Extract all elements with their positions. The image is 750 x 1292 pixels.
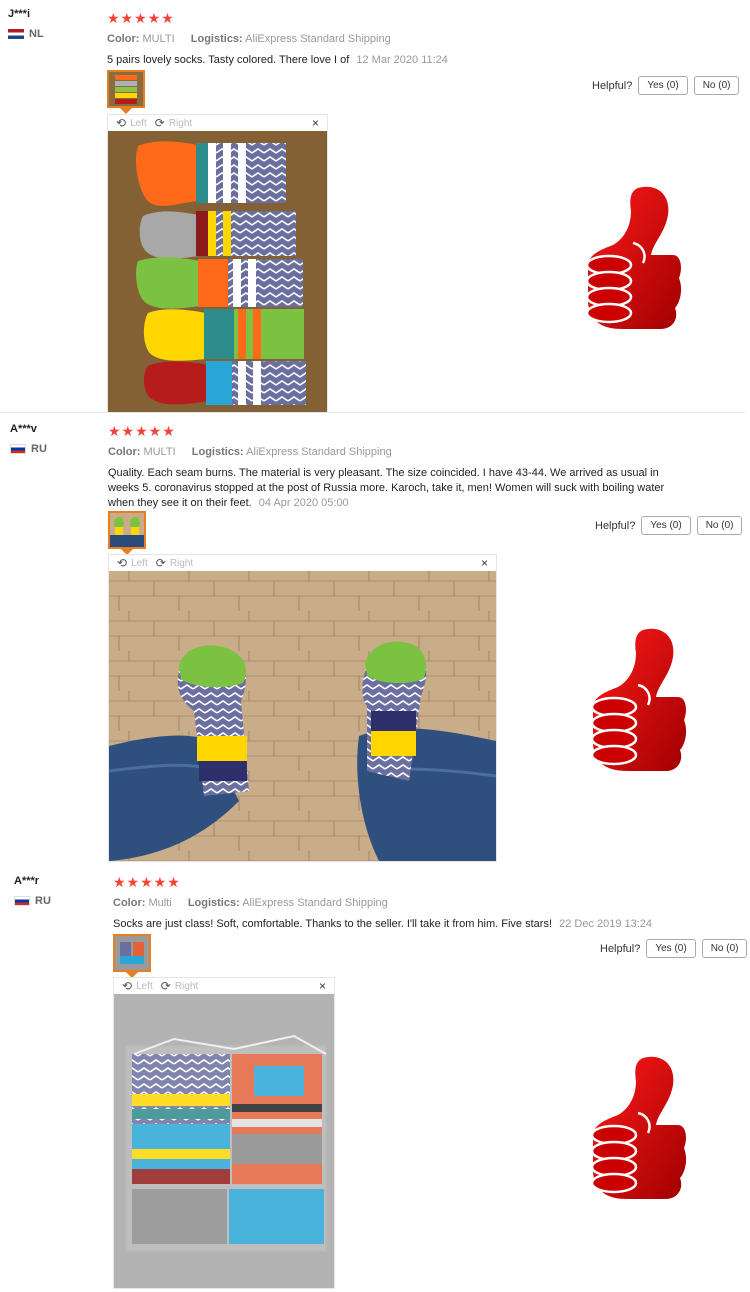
feet-thumbnail-image: [110, 513, 144, 547]
flag-ru-icon: [14, 896, 30, 906]
review-content: ★★★★★ Color: MULTI Logistics: AliExpress…: [107, 11, 667, 68]
review-attributes: Color: Multi Logistics: AliExpress Stand…: [113, 897, 673, 909]
thumbs-up-icon: [588, 1053, 688, 1203]
star-rating: ★★★★★: [113, 874, 181, 890]
flag-nl-icon: [8, 29, 24, 39]
logistics-value: AliExpress Standard Shipping: [245, 33, 391, 45]
flag-ru-icon: [10, 444, 26, 454]
review-content: ★★★★★ Color: MULTI Logistics: AliExpress…: [108, 424, 673, 511]
review-item: A***v RU ★★★★★ Color: MULTI Logistics: A…: [0, 413, 750, 863]
viewer-toolbar: ⟲ Left ⟳ Right ×: [114, 978, 334, 994]
reviewer-name: A***v: [10, 423, 37, 435]
helpful-section: Helpful? Yes (0) No (0): [592, 76, 740, 95]
review-body: Socks are just class! Soft, comfortable.…: [113, 918, 553, 930]
helpful-no-button[interactable]: No (0): [701, 939, 748, 958]
rotate-right-icon[interactable]: ⟳: [155, 116, 165, 130]
review-content: ★★★★★ Color: Multi Logistics: AliExpress…: [113, 875, 673, 932]
rotate-right-button[interactable]: Right: [170, 558, 193, 569]
review-photo-socks-stack: [108, 131, 327, 412]
review-attributes: Color: MULTI Logistics: AliExpress Stand…: [108, 446, 673, 458]
color-value: Multi: [148, 897, 172, 909]
rotate-right-icon[interactable]: ⟳: [161, 979, 171, 993]
country-code: NL: [29, 28, 44, 40]
logistics-value: AliExpress Standard Shipping: [246, 446, 392, 458]
reviewer-info: J***i NL: [8, 8, 98, 40]
helpful-label: Helpful?: [595, 519, 636, 532]
helpful-label: Helpful?: [592, 79, 633, 92]
logistics-label: Logistics:: [190, 33, 243, 45]
helpful-yes-button[interactable]: Yes (0): [641, 516, 691, 535]
review-date: 22 Dec 2019 13:24: [559, 918, 653, 930]
logistics-value: AliExpress Standard Shipping: [242, 897, 388, 909]
photo-viewer: ⟲ Left ⟳ Right ×: [108, 554, 497, 862]
helpful-section: Helpful? Yes (0) No (0): [595, 516, 743, 535]
rotate-right-button[interactable]: Right: [169, 118, 192, 129]
reviewer-info: A***r RU: [14, 875, 104, 907]
review-body: 5 pairs lovely socks. Tasty colored. The…: [107, 54, 350, 66]
star-rating: ★★★★★: [108, 423, 176, 439]
color-value: MULTI: [142, 33, 175, 45]
review-item: A***r RU ★★★★★ Color: Multi Logistics: A…: [0, 863, 750, 1292]
socks-thumbnail-image: [109, 72, 143, 106]
review-photo-socks-package: [114, 994, 334, 1288]
reviewer-country: NL: [8, 28, 98, 40]
rotate-left-icon[interactable]: ⟲: [122, 979, 132, 993]
helpful-no-button[interactable]: No (0): [693, 76, 740, 95]
rotate-right-icon[interactable]: ⟳: [156, 556, 166, 570]
reviewer-name: A***r: [14, 875, 40, 887]
viewer-toolbar: ⟲ Left ⟳ Right ×: [108, 115, 327, 131]
reviewer-country: RU: [10, 443, 100, 455]
rotate-left-button[interactable]: Left: [130, 118, 147, 129]
color-label: Color:: [107, 33, 140, 45]
review-date: 04 Apr 2020 05:00: [258, 497, 349, 509]
photo-thumbnail[interactable]: [107, 70, 145, 114]
thumbs-up-icon: [583, 183, 683, 333]
rotate-left-button[interactable]: Left: [131, 558, 148, 569]
review-body: Quality. Each seam burns. The material i…: [108, 467, 665, 509]
rotate-left-button[interactable]: Left: [136, 981, 153, 992]
country-code: RU: [35, 895, 51, 907]
helpful-yes-button[interactable]: Yes (0): [646, 939, 696, 958]
close-icon[interactable]: ×: [312, 116, 319, 130]
helpful-label: Helpful?: [600, 942, 641, 955]
photo-viewer: ⟲ Left ⟳ Right ×: [113, 977, 335, 1289]
review-date: 12 Mar 2020 11:24: [356, 54, 448, 66]
rotate-left-icon[interactable]: ⟲: [116, 116, 126, 130]
review-item: J***i NL ★★★★★ Color: MULTI Logistics: A…: [0, 0, 750, 413]
close-icon[interactable]: ×: [481, 556, 488, 570]
reviewer-name: J***i: [8, 8, 31, 20]
thumbs-up-icon: [588, 625, 688, 775]
helpful-no-button[interactable]: No (0): [696, 516, 743, 535]
reviewer-info: A***v RU: [10, 423, 100, 455]
rotate-left-icon[interactable]: ⟲: [117, 556, 127, 570]
review-photo-feet-in-socks: [109, 571, 496, 861]
color-label: Color:: [113, 897, 146, 909]
viewer-toolbar: ⟲ Left ⟳ Right ×: [109, 555, 496, 571]
helpful-yes-button[interactable]: Yes (0): [638, 76, 688, 95]
photo-thumbnail[interactable]: [108, 511, 146, 555]
helpful-section: Helpful? Yes (0) No (0): [600, 939, 748, 958]
color-label: Color:: [108, 446, 141, 458]
star-rating: ★★★★★: [107, 10, 175, 26]
review-text: Quality. Each seam burns. The material i…: [108, 466, 673, 511]
review-text: Socks are just class! Soft, comfortable.…: [113, 917, 673, 932]
country-code: RU: [31, 443, 47, 455]
photo-viewer: ⟲ Left ⟳ Right ×: [107, 114, 328, 413]
reviewer-country: RU: [14, 895, 104, 907]
color-value: MULTI: [143, 446, 176, 458]
logistics-label: Logistics:: [191, 446, 244, 458]
photo-thumbnail[interactable]: [113, 934, 151, 978]
review-text: 5 pairs lovely socks. Tasty colored. The…: [107, 53, 667, 68]
review-attributes: Color: MULTI Logistics: AliExpress Stand…: [107, 33, 667, 45]
close-icon[interactable]: ×: [319, 979, 326, 993]
package-thumbnail-image: [115, 936, 149, 970]
rotate-right-button[interactable]: Right: [175, 981, 198, 992]
logistics-label: Logistics:: [187, 897, 240, 909]
